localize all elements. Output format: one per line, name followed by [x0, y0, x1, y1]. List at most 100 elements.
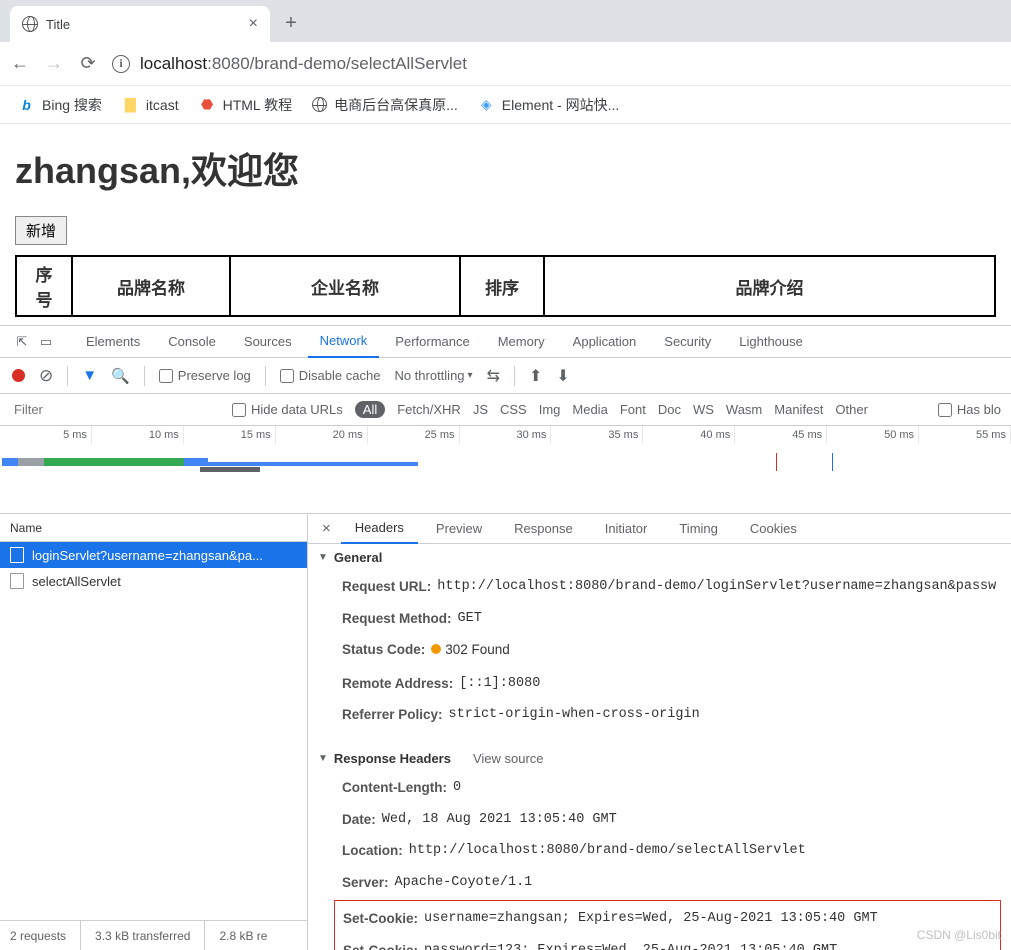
tab-timing[interactable]: Timing	[665, 514, 732, 544]
col-intro: 品牌介绍	[544, 256, 995, 316]
url-port: :8080	[207, 54, 250, 73]
filter-icon[interactable]: ▼	[82, 367, 97, 384]
response-headers-section[interactable]: ▼Response HeadersView source	[308, 745, 1011, 772]
timeline-marker	[776, 453, 777, 471]
tab-performance[interactable]: Performance	[383, 326, 481, 358]
request-details: × Headers Preview Response Initiator Tim…	[308, 514, 1011, 950]
forward-icon[interactable]: →	[44, 53, 64, 74]
device-icon[interactable]: ▭	[36, 334, 56, 350]
inspect-icon[interactable]: ⇱	[12, 334, 32, 350]
preserve-log-checkbox[interactable]: Preserve log	[159, 368, 251, 383]
download-icon[interactable]: ⬇	[556, 366, 569, 386]
col-index: 序号	[16, 256, 72, 316]
tab-application[interactable]: Application	[561, 326, 649, 358]
tab-lighthouse[interactable]: Lighthouse	[727, 326, 815, 358]
tab-response[interactable]: Response	[500, 514, 587, 544]
tab-sources[interactable]: Sources	[232, 326, 304, 358]
tab-elements[interactable]: Elements	[74, 326, 152, 358]
record-icon[interactable]	[12, 369, 25, 382]
browser-tab[interactable]: Title ×	[10, 6, 270, 42]
tab-preview[interactable]: Preview	[422, 514, 496, 544]
new-tab-button[interactable]: +	[276, 8, 306, 38]
request-url: http://localhost:8080/brand-demo/loginSe…	[437, 576, 996, 598]
filter-all[interactable]: All	[355, 401, 385, 418]
bookmark-element[interactable]: ◈Element - 网站快...	[478, 95, 619, 115]
col-company: 企业名称	[230, 256, 460, 316]
network-status-bar: 2 requests 3.3 kB transferred 2.8 kB re	[0, 920, 307, 950]
remote-address: [::1]:8080	[459, 673, 540, 695]
browser-toolbar: ← → ⟳ i localhost:8080/brand-demo/select…	[0, 42, 1011, 86]
col-order: 排序	[460, 256, 544, 316]
url-path: /brand-demo/selectAllServlet	[250, 54, 467, 73]
filter-img[interactable]: Img	[539, 402, 561, 417]
filter-wasm[interactable]: Wasm	[726, 402, 762, 417]
back-icon[interactable]: ←	[10, 53, 30, 74]
request-row[interactable]: selectAllServlet	[0, 568, 307, 594]
tab-cookies[interactable]: Cookies	[736, 514, 811, 544]
chevron-down-icon: ▼	[318, 552, 328, 563]
tab-headers[interactable]: Headers	[341, 514, 418, 544]
tab-strip: Title × +	[0, 0, 1011, 42]
filter-doc[interactable]: Doc	[658, 402, 681, 417]
timeline-bar	[18, 458, 44, 466]
filter-font[interactable]: Font	[620, 402, 646, 417]
hide-data-urls-checkbox[interactable]: Hide data URLs	[232, 402, 343, 417]
detail-tabs: × Headers Preview Response Initiator Tim…	[308, 514, 1011, 544]
request-row[interactable]: loginServlet?username=zhangsan&pa...	[0, 542, 307, 568]
filter-manifest[interactable]: Manifest	[774, 402, 823, 417]
col-brand: 品牌名称	[72, 256, 230, 316]
close-tab-icon[interactable]: ×	[249, 15, 258, 33]
request-list: Name loginServlet?username=zhangsan&pa..…	[0, 514, 308, 950]
tab-security[interactable]: Security	[652, 326, 723, 358]
filter-other[interactable]: Other	[835, 402, 868, 417]
globe-icon	[312, 97, 327, 112]
close-details-icon[interactable]: ×	[316, 520, 337, 537]
network-timeline[interactable]: 5 ms 10 ms 15 ms 20 ms 25 ms 30 ms 35 ms…	[0, 426, 1011, 514]
filter-js[interactable]: JS	[473, 402, 488, 417]
file-icon	[10, 547, 24, 563]
throttling-select[interactable]: No throttling▾	[394, 368, 472, 383]
chevron-down-icon: ▼	[318, 753, 328, 764]
timeline-bar	[200, 467, 260, 472]
add-button[interactable]: 新增	[15, 216, 67, 245]
clear-icon[interactable]: ⊘	[39, 366, 53, 386]
info-icon[interactable]: i	[112, 55, 130, 73]
tab-console[interactable]: Console	[156, 326, 228, 358]
general-section[interactable]: ▼General	[308, 544, 1011, 571]
address-bar[interactable]: i localhost:8080/brand-demo/selectAllSer…	[112, 54, 467, 74]
timeline-marker	[832, 453, 833, 471]
page-content: zhangsan,欢迎您 新增 序号 品牌名称 企业名称 排序 品牌介绍	[0, 124, 1011, 325]
timeline-bar	[44, 458, 184, 466]
status-code: 302 Found	[431, 639, 510, 663]
filter-css[interactable]: CSS	[500, 402, 527, 417]
name-column-header[interactable]: Name	[0, 514, 307, 542]
bookmark-itcast[interactable]: ▇itcast	[122, 96, 179, 113]
page-heading: zhangsan,欢迎您	[15, 142, 996, 194]
timeline-bar	[208, 462, 418, 466]
bookmark-html[interactable]: ⬣HTML 教程	[199, 95, 292, 115]
wifi-icon[interactable]: ⇆	[487, 366, 500, 386]
brand-table: 序号 品牌名称 企业名称 排序 品牌介绍	[15, 255, 996, 317]
search-icon[interactable]: 🔍	[111, 367, 130, 385]
filter-input[interactable]	[10, 399, 220, 421]
has-blocked-checkbox[interactable]: Has blo	[938, 402, 1001, 417]
referrer-policy: strict-origin-when-cross-origin	[449, 704, 700, 726]
reload-icon[interactable]: ⟳	[78, 53, 98, 74]
disable-cache-checkbox[interactable]: Disable cache	[280, 368, 381, 383]
view-source-link[interactable]: View source	[473, 751, 544, 766]
bookmark-ecom[interactable]: 电商后台高保真原...	[312, 95, 458, 115]
tab-network[interactable]: Network	[308, 326, 380, 358]
filter-media[interactable]: Media	[572, 402, 607, 417]
filter-ws[interactable]: WS	[693, 402, 714, 417]
bookmark-bing[interactable]: bBing 搜索	[18, 95, 102, 115]
tab-initiator[interactable]: Initiator	[591, 514, 662, 544]
filter-fetchxhr[interactable]: Fetch/XHR	[397, 402, 461, 417]
file-icon	[10, 573, 24, 589]
network-toolbar: ⊘ ▼ 🔍 Preserve log Disable cache No thro…	[0, 358, 1011, 394]
status-dot-icon	[431, 644, 441, 654]
watermark: CSDN @Lis0bit	[917, 928, 1001, 942]
devtools: ⇱ ▭ Elements Console Sources Network Per…	[0, 325, 1011, 950]
upload-icon[interactable]: ⬆	[529, 366, 542, 386]
network-filter-bar: Hide data URLs All Fetch/XHR JS CSS Img …	[0, 394, 1011, 426]
tab-memory[interactable]: Memory	[486, 326, 557, 358]
